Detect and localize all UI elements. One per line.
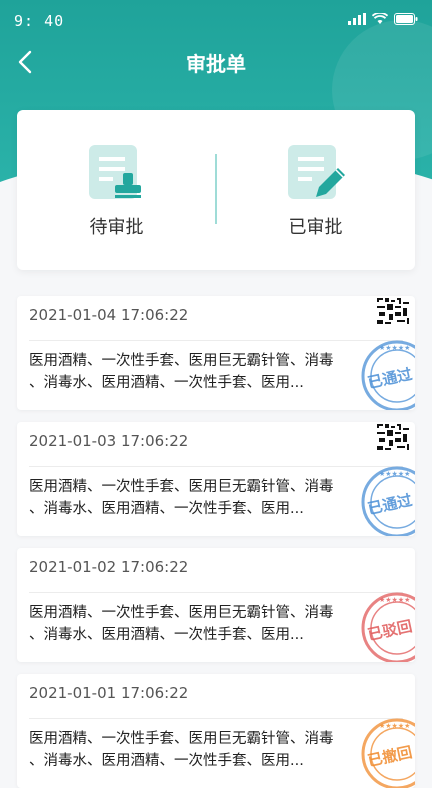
nav-bar: 审批单 (0, 40, 432, 84)
record-items: 医用酒精、一次性手套、医用巨无霸针管、消毒 、消毒水、医用酒精、一次性手套、医用.… (29, 728, 349, 772)
stamp-text: 已通过 (366, 365, 414, 392)
page-title: 审批单 (186, 52, 246, 76)
record-items-line2: 、消毒水、医用酒精、一次性手套、医用... (29, 501, 304, 517)
tab-label-pending: 待审批 (89, 217, 144, 238)
stamp-text: 已撤回 (366, 743, 414, 770)
record-divider (29, 340, 403, 341)
approved-stamp-icon: ★★★★★ 已通过 (361, 466, 415, 536)
tab-pending[interactable]: 待审批 (17, 110, 216, 270)
edit-document-icon (288, 145, 345, 199)
approval-record[interactable]: 2021-01-03 17:06:22 医用酒精、一次性手套、医用巨无霸针管、消… (17, 422, 415, 536)
record-items-line1: 医用酒精、一次性手套、医用巨无霸针管、消毒 (29, 479, 334, 495)
record-items-line2: 、消毒水、医用酒精、一次性手套、医用... (29, 627, 304, 643)
approval-record[interactable]: 2021-01-04 17:06:22 医用酒精、一次性手套、医用巨无霸针管、消… (17, 296, 415, 410)
battery-icon (394, 13, 418, 25)
rejected-stamp-icon: ★★★★★ 已驳回 (361, 592, 415, 662)
record-date: 2021-01-01 17:06:22 (29, 684, 189, 702)
stamp-document-icon (89, 145, 141, 199)
status-icons (348, 13, 418, 25)
qr-code-icon (377, 298, 409, 324)
approval-record[interactable]: 2021-01-01 17:06:22 医用酒精、一次性手套、医用巨无霸针管、消… (17, 674, 415, 788)
record-date: 2021-01-02 17:06:22 (29, 558, 189, 576)
svg-text:★★★★★: ★★★★★ (379, 596, 410, 604)
wifi-icon (372, 13, 388, 24)
stamp-text: 已驳回 (366, 617, 414, 644)
status-time: 9: 40 (14, 12, 65, 30)
record-date: 2021-01-03 17:06:22 (29, 432, 189, 450)
tabs-card: 待审批 已审批 (17, 110, 415, 270)
withdrawn-stamp-icon: ★★★★★ 已撤回 (361, 718, 415, 788)
record-divider (29, 466, 403, 467)
stamp-text: 已通过 (366, 491, 414, 518)
svg-text:★★★★★: ★★★★★ (379, 470, 410, 478)
approval-record[interactable]: 2021-01-02 17:06:22 医用酒精、一次性手套、医用巨无霸针管、消… (17, 548, 415, 662)
record-items: 医用酒精、一次性手套、医用巨无霸针管、消毒 、消毒水、医用酒精、一次性手套、医用.… (29, 602, 349, 646)
tab-approved[interactable]: 已审批 (216, 110, 415, 270)
record-divider (29, 592, 403, 593)
svg-text:★★★★★: ★★★★★ (379, 722, 410, 730)
record-divider (29, 718, 403, 719)
signal-icon (348, 13, 366, 25)
record-items-line2: 、消毒水、医用酒精、一次性手套、医用... (29, 753, 304, 769)
record-items: 医用酒精、一次性手套、医用巨无霸针管、消毒 、消毒水、医用酒精、一次性手套、医用.… (29, 350, 349, 394)
record-items-line1: 医用酒精、一次性手套、医用巨无霸针管、消毒 (29, 353, 334, 369)
record-items: 医用酒精、一次性手套、医用巨无霸针管、消毒 、消毒水、医用酒精、一次性手套、医用.… (29, 476, 349, 520)
record-items-line2: 、消毒水、医用酒精、一次性手套、医用... (29, 375, 304, 391)
tab-label-approved: 已审批 (288, 217, 343, 238)
record-items-line1: 医用酒精、一次性手套、医用巨无霸针管、消毒 (29, 605, 334, 621)
record-items-line1: 医用酒精、一次性手套、医用巨无霸针管、消毒 (29, 731, 334, 747)
record-date: 2021-01-04 17:06:22 (29, 306, 189, 324)
approved-stamp-icon: ★★★★★ 已通过 (361, 340, 415, 410)
svg-text:★★★★★: ★★★★★ (379, 344, 410, 352)
status-bar: 9: 40 (0, 0, 432, 40)
qr-code-icon (377, 424, 409, 450)
